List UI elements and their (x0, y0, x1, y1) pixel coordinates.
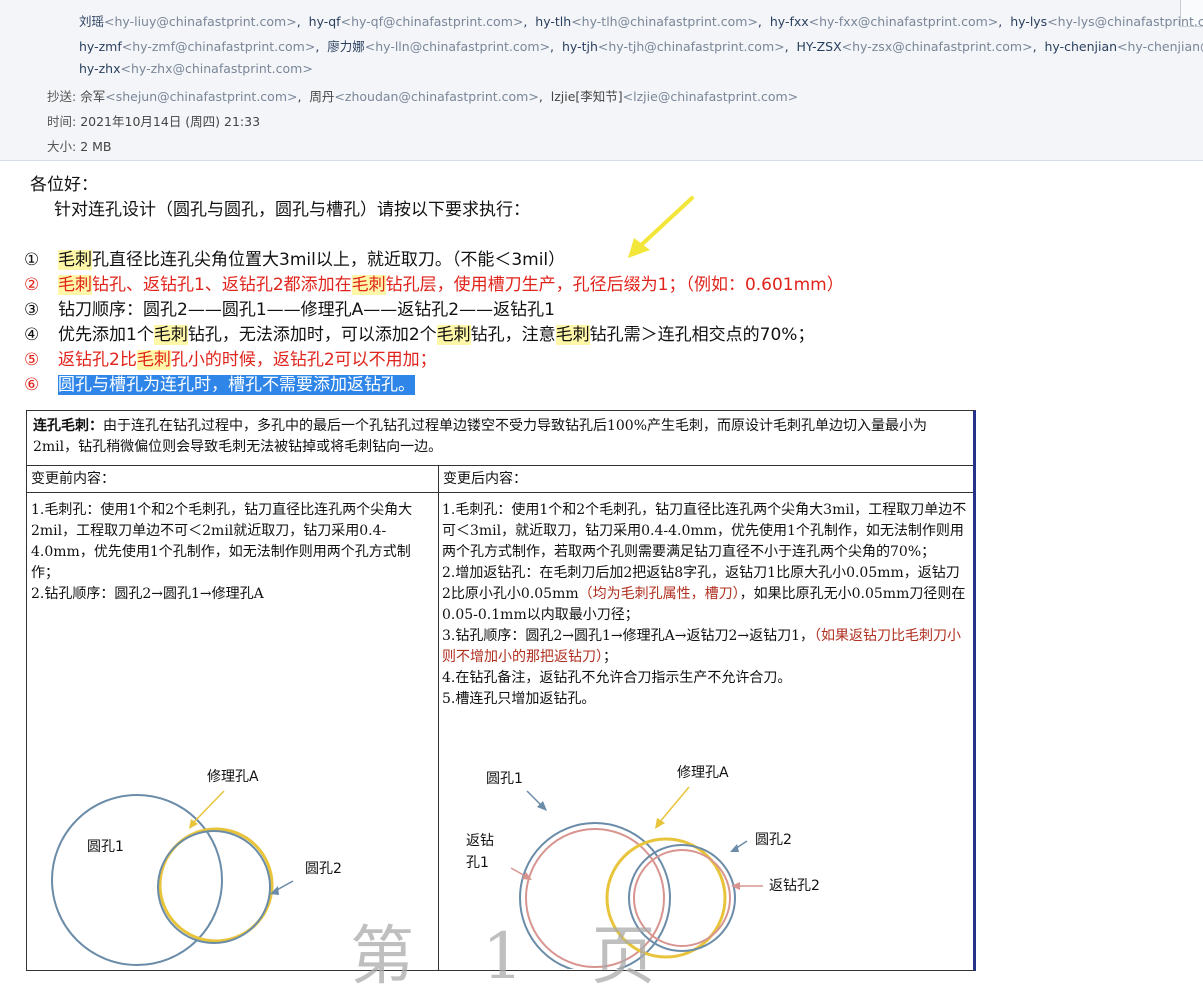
rule-1: ① 毛刺孔直径比连孔尖角位置大3mil以上，就近取刀。（不能＜3mil） (24, 250, 566, 270)
recipient[interactable]: 廖力娜<hy-lln@chinafastprint.com> (327, 39, 550, 54)
size-label: 大小: (47, 139, 77, 154)
time-label: 时间: (47, 114, 77, 129)
after-header: 变更后内容： (443, 471, 527, 487)
recipient[interactable]: hy-qf<hy-qf@chinafastprint.com> (309, 14, 524, 29)
label-return-drill-2: 返钻孔2 (769, 878, 820, 894)
size-line: 大小: 2 MB (47, 136, 112, 155)
cc-label: 抄送: (47, 89, 77, 104)
table-title-row: 连孔毛刺：由于连孔在钻孔过程中，多孔中的最后一个孔钻孔过程单边镂空不受力导致钻孔… (27, 411, 973, 466)
recipient[interactable]: hy-tlh<hy-tlh@chinafastprint.com> (535, 14, 758, 29)
label-repair-a: 修理孔A (677, 765, 729, 781)
recipient[interactable]: lzjie[李知节]<lzjie@chinafastprint.com> (551, 89, 798, 104)
recipient[interactable]: hy-tjh<hy-tjh@chinafastprint.com> (562, 39, 785, 54)
rule-5: ⑤ 返钻孔2比毛刺孔小的时候，返钻孔2可以不用加； (24, 350, 437, 370)
cc-line: 抄送: 佘军<shejun@chinafastprint.com>, 周丹<zh… (47, 89, 799, 104)
label-return-drill-1a: 返钻 (466, 833, 494, 849)
label-hole-1: 圆孔1 (486, 771, 523, 787)
to-recipients-line-1: 刘瑶<hy-liuy@chinafastprint.com>, hy-qf<hy… (79, 11, 1203, 30)
recipient[interactable]: 刘瑶<hy-liuy@chinafastprint.com> (79, 14, 297, 29)
recipient[interactable]: hy-zhx<hy-zhx@chinafastprint.com> (79, 61, 313, 76)
rule-6: ⑥ 圆孔与槽孔为连孔时，槽孔不需要添加返钻孔。 (24, 375, 415, 395)
label-repair-a: 修理孔A (207, 769, 259, 785)
recipient[interactable]: hy-lys<hy-lys@chinafastprint.com> (1010, 14, 1203, 29)
annotation-arrow-icon (628, 196, 694, 258)
label-hole-1: 圆孔1 (87, 839, 124, 855)
recipient[interactable]: 周丹<zhoudan@chinafastprint.com> (309, 89, 538, 104)
before-header: 变更前内容： (31, 471, 115, 487)
to-recipients-line-2: hy-zmf<hy-zmf@chinafastprint.com>, 廖力娜<h… (79, 36, 1203, 55)
label-hole-2: 圆孔2 (755, 832, 792, 848)
recipient[interactable]: hy-zmf<hy-zmf@chinafastprint.com> (79, 39, 315, 54)
label-return-drill-1b: 孔1 (466, 855, 489, 871)
to-recipients-line-3: hy-zhx<hy-zhx@chinafastprint.com> (79, 61, 313, 76)
after-content: 1.毛刺孔：使用1个和2个毛刺孔，钻刀直径比连孔两个尖角大3mil，工程取刀单边… (442, 502, 967, 707)
table-header-row: 变更前内容： 变更后内容： (27, 466, 973, 493)
before-content: 1.毛刺孔：使用1个和2个毛刺孔，钻刀直径比连孔两个尖角大2mil，工程取刀单边… (31, 502, 413, 602)
greeting: 各位好： (30, 175, 98, 195)
table-title-bold: 连孔毛刺： (33, 418, 103, 434)
content-table: 连孔毛刺：由于连孔在钻孔过程中，多孔中的最后一个孔钻孔过程单边镂空不受力导致钻孔… (26, 410, 976, 971)
rule-2: ② 毛刺钻孔、返钻孔1、返钻孔2都添加在毛刺钻孔层，使用槽刀生产，孔径后缀为1；（… (24, 275, 844, 295)
rule-4: ④ 优先添加1个毛刺钻孔，无法添加时，可以添加2个毛刺钻孔，注意毛刺钻孔需＞连孔相… (24, 325, 815, 345)
rule-3: ③ 钻刀顺序：圆孔2——圆孔1——修理孔A——返钻孔2——返钻孔1 (24, 300, 555, 320)
circle-hole-2 (157, 830, 271, 944)
size-value: 2 MB (80, 139, 112, 154)
label-hole-2: 圆孔2 (305, 861, 342, 877)
time-line: 时间: 2021年10月14日 (周四) 21:33 (47, 111, 260, 130)
selected-text[interactable]: 圆孔与槽孔为连孔时，槽孔不需要添加返钻孔。 (58, 375, 415, 395)
recipient[interactable]: 佘军<shejun@chinafastprint.com> (80, 89, 297, 104)
recipient[interactable]: HY-ZSX<hy-zsx@chinafastprint.com> (797, 39, 1033, 54)
page-watermark: 第 1 页 (350, 920, 680, 994)
recipient[interactable]: hy-chenjian<hy-chenjian@ (1044, 39, 1203, 54)
time-value: 2021年10月14日 (周四) 21:33 (80, 114, 261, 129)
intro-text: 针对连孔设计（圆孔与圆孔，圆孔与槽孔）请按以下要求执行： (54, 200, 530, 220)
recipient[interactable]: hy-fxx<hy-fxx@chinafastprint.com> (770, 14, 998, 29)
email-header: 刘瑶<hy-liuy@chinafastprint.com>, hy-qf<hy… (0, 0, 1203, 161)
table-title-text: 由于连孔在钻孔过程中，多孔中的最后一个孔钻孔过程单边镂空不受力导致钻孔后100%… (33, 418, 928, 455)
